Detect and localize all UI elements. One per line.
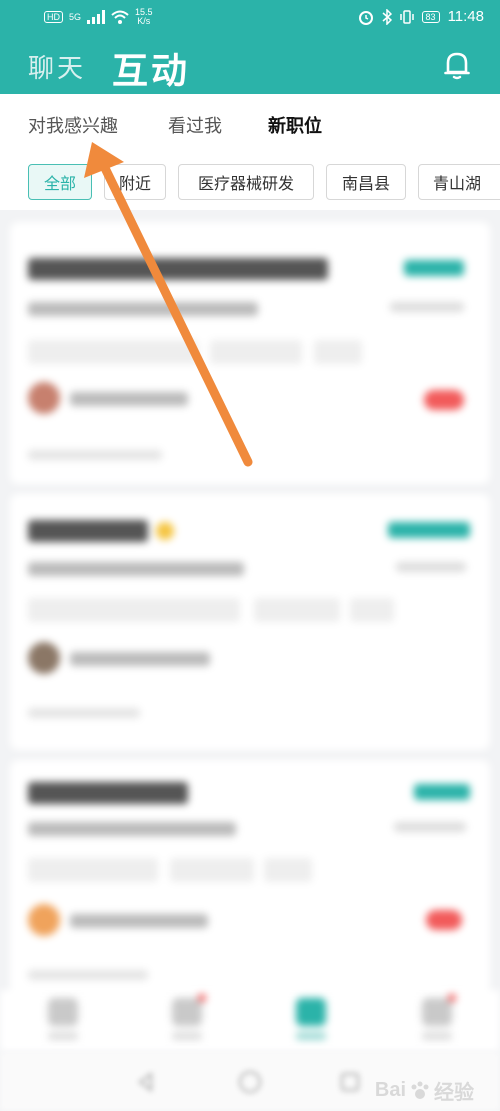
speed-unit: K/s — [137, 16, 151, 26]
status-time: 11:48 — [447, 8, 484, 25]
job-card[interactable] — [10, 222, 490, 484]
tab-interested-in-me[interactable]: 对我感兴趣 — [28, 112, 118, 138]
vibrate-icon — [399, 9, 414, 24]
tab-viewed-me[interactable]: 看过我 — [168, 112, 222, 138]
status-bar: HD 5G 15.5 K/s 83 11:48 — [0, 0, 500, 36]
tab-new-jobs[interactable]: 新职位 — [268, 112, 322, 138]
alarm-icon — [358, 10, 373, 25]
home-circle-icon[interactable] — [238, 1070, 262, 1094]
network-speed: 15.5 K/s — [135, 8, 153, 26]
recents-icon[interactable] — [340, 1072, 360, 1092]
nav-profile-icon[interactable] — [422, 998, 452, 1026]
tab-interact[interactable]: 互动 — [112, 42, 190, 94]
wifi-icon — [111, 10, 129, 24]
network-type: 5G — [69, 12, 82, 22]
back-icon[interactable] — [136, 1072, 156, 1092]
filter-chips: 全部 附近 医疗器械研发 南昌县 青山湖 — [0, 154, 500, 210]
bluetooth-icon — [382, 8, 392, 25]
filter-chip-medical-device[interactable]: 医疗器械研发 — [178, 164, 314, 200]
filter-chip-all[interactable]: 全部 — [28, 164, 92, 200]
filter-chip-nearby[interactable]: 附近 — [104, 164, 166, 200]
top-header: 聊天 互动 — [0, 36, 500, 94]
sub-tabs: 对我感兴趣 看过我 新职位 — [0, 94, 500, 154]
hd-icon: HD — [44, 11, 63, 23]
job-card[interactable] — [10, 760, 490, 1000]
status-right: 83 11:48 — [358, 8, 484, 25]
signal-icon — [87, 10, 106, 24]
job-list — [0, 210, 500, 1000]
bell-icon[interactable] — [444, 50, 470, 80]
nav-messages-icon[interactable] — [296, 998, 326, 1026]
filter-chip-qingshanhu[interactable]: 青山湖 — [418, 164, 500, 200]
nav-home-icon[interactable] — [48, 998, 78, 1026]
bottom-nav — [0, 990, 500, 1052]
watermark-text: Bai — [374, 1079, 406, 1101]
battery-icon: 83 — [421, 10, 440, 23]
paw-icon — [411, 1081, 429, 1099]
status-left: HD 5G 15.5 K/s — [44, 8, 153, 26]
job-card[interactable] — [10, 494, 490, 750]
filter-chip-nanchang[interactable]: 南昌县 — [326, 164, 406, 200]
watermark-suffix: 经验 — [434, 1082, 474, 1104]
watermark: Bai 经验 — [375, 1076, 474, 1105]
tab-chat[interactable]: 聊天 — [28, 48, 86, 85]
nav-jobs-icon[interactable] — [172, 998, 202, 1026]
